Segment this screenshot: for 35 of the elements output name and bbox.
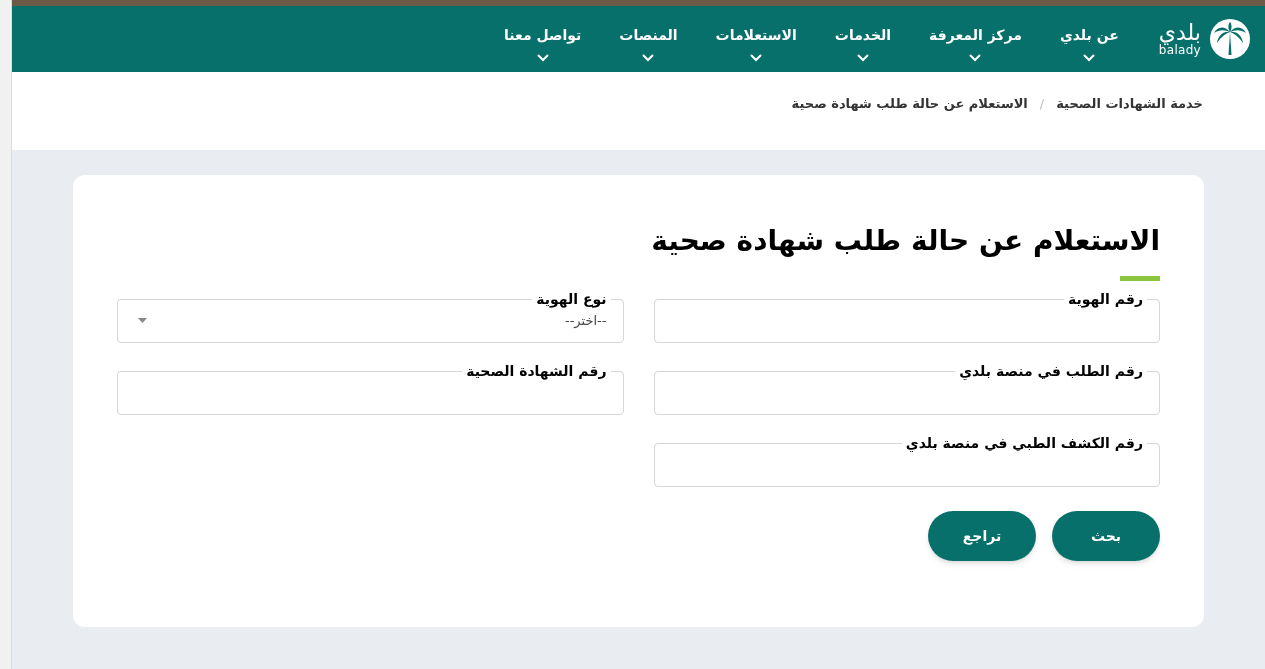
nav-menu-item[interactable]: مركز المعرفة (929, 16, 1022, 62)
chevron-down-icon (536, 53, 549, 62)
input-field[interactable]: رقم الكشف الطبي في منصة بلدي (653, 435, 1160, 487)
nav-menu-item[interactable]: الخدمات (834, 16, 892, 62)
dropdown-triangle-icon (138, 318, 147, 323)
breadcrumb-separator: / (1038, 95, 1046, 113)
input-field[interactable]: رقم الشهادة الصحية (117, 363, 624, 415)
chevron-down-icon (1083, 53, 1096, 62)
nav-menu-item[interactable]: تواصل معنا (504, 16, 582, 62)
field-label: نوع الهوية (535, 291, 608, 307)
back-button[interactable]: تراجع (928, 511, 1036, 561)
chevron-down-icon (856, 53, 869, 62)
palm-tree-icon (1209, 18, 1251, 60)
field-label: رقم الهوية (1067, 291, 1144, 307)
scrollbar[interactable] (0, 0, 12, 669)
logo-arabic-text: بلدي (1158, 22, 1201, 44)
select-placeholder: --اختر-- (565, 311, 608, 330)
field-label: رقم الطلب في منصة بلدي (958, 363, 1144, 379)
breadcrumb-link[interactable]: خدمة الشهادات الصحية (1056, 94, 1203, 114)
search-button[interactable]: بحث (1052, 511, 1160, 561)
nav-menu-item[interactable]: عن بلدي (1059, 16, 1119, 62)
input-field[interactable]: رقم الهوية (653, 291, 1160, 343)
nav-menu-item[interactable]: المنصات (619, 16, 678, 62)
nav-menu-item[interactable]: الاستعلامات (715, 16, 797, 62)
chevron-down-icon (750, 53, 763, 62)
select-field[interactable]: نوع الهوية --اختر-- (117, 291, 624, 343)
page-title: الاستعلام عن حالة طلب شهادة صحية (650, 223, 1160, 259)
field-label: رقم الشهادة الصحية (465, 363, 608, 379)
field-label: رقم الكشف الطبي في منصة بلدي (904, 435, 1144, 451)
logo-latin-text: balady (1158, 44, 1201, 56)
chevron-down-icon (642, 53, 655, 62)
input-field[interactable]: رقم الطلب في منصة بلدي (653, 363, 1160, 415)
chevron-down-icon (969, 53, 982, 62)
title-underline (1120, 276, 1160, 281)
breadcrumb-link[interactable]: الاستعلام عن حالة طلب شهادة صحية (791, 94, 1028, 114)
